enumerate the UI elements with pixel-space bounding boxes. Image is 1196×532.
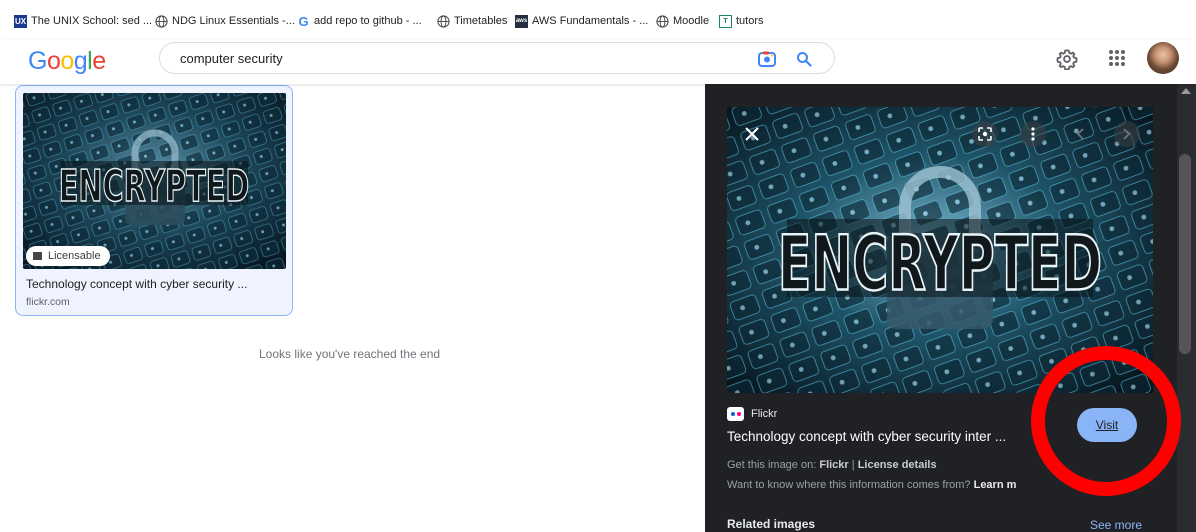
bookmark-label: Moodle	[673, 15, 710, 27]
lens-search-button[interactable]	[972, 121, 998, 147]
image-license-icon	[33, 252, 42, 260]
panel-source-name: Flickr	[751, 408, 778, 420]
search-icon[interactable]	[796, 51, 812, 67]
image-result-card[interactable]: ENCRYPTED Licensable Technology concept …	[15, 85, 293, 316]
related-images-heading: Related images	[727, 517, 816, 531]
flickr-icon	[727, 407, 744, 421]
bookmark-ndg-linux[interactable]: NDG Linux Essentials -...	[155, 13, 295, 29]
get-image-line: Get this image on: Flickr | License deta…	[727, 459, 937, 471]
chevron-right-icon	[1123, 128, 1131, 140]
close-icon	[745, 127, 759, 141]
result-thumbnail[interactable]: ENCRYPTED Licensable	[23, 93, 286, 269]
previous-image-button[interactable]	[1067, 121, 1093, 147]
google-g-icon: G	[298, 13, 309, 29]
more-vert-icon	[1031, 127, 1035, 141]
google-lens-icon[interactable]	[758, 50, 776, 68]
search-box	[159, 42, 835, 74]
globe-icon	[155, 14, 168, 28]
globe-icon	[437, 14, 450, 28]
preview-image[interactable]: ENCRYPTED	[727, 107, 1153, 393]
bookmark-label: AWS Fundamentals - ...	[532, 15, 649, 27]
licensable-label: Licensable	[48, 250, 101, 262]
see-more-link[interactable]: See more	[1090, 518, 1142, 532]
search-input[interactable]	[180, 49, 740, 67]
globe-icon	[656, 14, 669, 28]
unix-school-icon: UX	[14, 14, 27, 28]
result-source: flickr.com	[26, 296, 70, 308]
licensable-badge: Licensable	[26, 246, 110, 266]
image-preview-panel: ENCRYPTED Flickr Technology concept with…	[705, 84, 1177, 532]
chevron-left-icon	[1076, 128, 1084, 140]
thumbnail-encrypted-text: ENCRYPTED	[59, 159, 250, 211]
bookmark-label: Timetables	[454, 15, 508, 27]
google-logo[interactable]: Google	[28, 48, 106, 74]
result-title[interactable]: Technology concept with cyber security .…	[26, 277, 247, 291]
aws-icon: aws	[515, 14, 528, 28]
account-avatar[interactable]	[1147, 42, 1179, 74]
panel-title[interactable]: Technology concept with cyber security i…	[727, 429, 1006, 444]
get-image-source-link[interactable]: Flickr	[819, 459, 848, 471]
more-options-button[interactable]	[1020, 121, 1046, 147]
bookmark-aws[interactable]: aws AWS Fundamentals - ...	[515, 13, 648, 29]
settings-gear-icon[interactable]	[1056, 48, 1078, 71]
bookmark-unix-school[interactable]: UX The UNIX School: sed ...	[14, 13, 152, 29]
bookmark-timetables[interactable]: Timetables	[437, 13, 507, 29]
learn-more-link[interactable]: Learn m	[974, 479, 1017, 491]
bookmark-label: tutors	[736, 15, 764, 27]
visit-button[interactable]: Visit	[1077, 408, 1137, 442]
panel-source[interactable]: Flickr	[727, 406, 777, 422]
search-header: Google	[0, 40, 1196, 84]
tutors-icon: T	[719, 14, 732, 28]
close-button[interactable]	[739, 121, 765, 147]
bookmarks-bar: UX The UNIX School: sed ... NDG Linux Es…	[0, 0, 1196, 40]
preview-encrypted-text: ENCRYPTED	[778, 221, 1102, 309]
bookmark-label: add repo to github - ...	[314, 15, 422, 27]
bookmark-add-repo[interactable]: G add repo to github - ...	[297, 13, 422, 29]
google-apps-icon[interactable]	[1108, 49, 1126, 67]
next-image-button[interactable]	[1114, 121, 1140, 147]
panel-scrollbar[interactable]	[1177, 84, 1196, 532]
scroll-up-arrow-icon[interactable]	[1181, 88, 1191, 94]
license-details-link[interactable]: License details	[858, 459, 937, 471]
bookmark-tutors[interactable]: T tutors	[719, 13, 764, 29]
bookmark-moodle[interactable]: Moodle	[656, 13, 709, 29]
info-source-line: Want to know where this information come…	[727, 479, 1017, 491]
lens-icon	[978, 127, 992, 141]
scrollbar-thumb[interactable]	[1179, 154, 1191, 354]
end-of-results-message: Looks like you've reached the end	[259, 347, 441, 361]
bookmark-label: NDG Linux Essentials -...	[172, 15, 295, 27]
bookmark-label: The UNIX School: sed ...	[31, 15, 153, 27]
